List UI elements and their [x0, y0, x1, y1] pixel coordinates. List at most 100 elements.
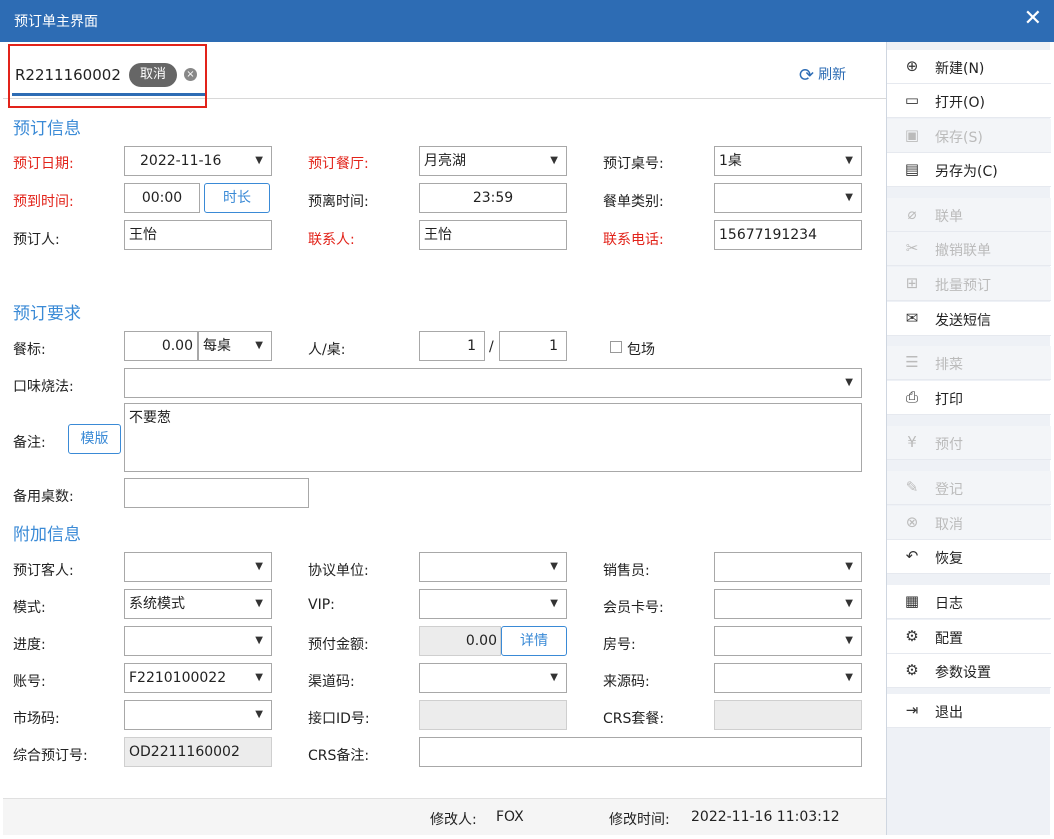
- channel-label: 渠道码:: [308, 674, 355, 690]
- chevron-down-icon: ▼: [255, 672, 263, 683]
- contact-label: 联系人:: [308, 232, 355, 248]
- menu-type-label: 餐单类别:: [603, 194, 664, 210]
- undo-icon: ↶: [905, 547, 919, 565]
- tab-close-icon[interactable]: ×: [184, 68, 197, 81]
- channel-select[interactable]: ▼: [419, 663, 567, 693]
- progress-label: 进度:: [13, 637, 46, 653]
- window-titlebar: 预订单主界面 ✕: [0, 0, 1054, 42]
- standard-unit-select[interactable]: 每桌 ▼: [198, 331, 272, 361]
- date-field[interactable]: 2022-11-16 ▼: [124, 146, 272, 176]
- gear-icon: ⚙: [905, 627, 919, 645]
- date-label: 预订日期:: [13, 156, 74, 172]
- menu-batch[interactable]: ⊞ 批量预订: [887, 267, 1051, 301]
- phone-label: 联系电话:: [603, 232, 664, 248]
- batch-icon: ⊞: [905, 274, 919, 292]
- menu-link[interactable]: ⌀ 联单: [887, 198, 1051, 232]
- mode-select[interactable]: 系统模式 ▼: [124, 589, 272, 619]
- chevron-down-icon: ▼: [845, 155, 853, 166]
- leave-time-input[interactable]: 23:59: [419, 183, 567, 213]
- table-select[interactable]: 1桌 ▼: [714, 146, 862, 176]
- agreement-select[interactable]: ▼: [419, 552, 567, 582]
- status-badge: 取消: [129, 63, 177, 87]
- menu-print[interactable]: ⎙ 打印: [887, 381, 1051, 415]
- spare-input[interactable]: [124, 478, 309, 508]
- chevron-down-icon: ▼: [845, 561, 853, 572]
- room-select[interactable]: ▼: [714, 626, 862, 656]
- menu-new[interactable]: ⊕ 新建(N): [887, 50, 1051, 84]
- menu-log[interactable]: ▦ 日志: [887, 585, 1051, 619]
- guest-select[interactable]: ▼: [124, 552, 272, 582]
- plus-circle-icon: ⊕: [905, 57, 919, 75]
- modify-time-label: 修改时间:: [609, 812, 670, 828]
- modify-time-value: 2022-11-16 11:03:12: [691, 809, 840, 825]
- guest-label: 预订客人:: [13, 563, 74, 579]
- crs-package-field: [714, 700, 862, 730]
- remark-textarea[interactable]: 不要葱: [124, 403, 862, 472]
- menu-register[interactable]: ✎ 登记: [887, 471, 1051, 505]
- booker-input[interactable]: 王怡: [124, 220, 272, 250]
- progress-select[interactable]: ▼: [124, 626, 272, 656]
- taste-label: 口味烧法:: [13, 379, 74, 395]
- refresh-button[interactable]: ⟳ 刷新: [799, 64, 846, 86]
- modifier-value: FOX: [496, 809, 524, 825]
- menu-config[interactable]: ⚙ 配置: [887, 620, 1051, 654]
- tab-booking[interactable]: R2211160002 取消 ×: [8, 44, 207, 108]
- chevron-down-icon: ▼: [550, 155, 558, 166]
- template-button[interactable]: 模版: [68, 424, 121, 454]
- chevron-down-icon: ▼: [550, 598, 558, 609]
- tab-underline: [12, 93, 205, 96]
- menu-open[interactable]: ▭ 打开(O): [887, 84, 1051, 118]
- cancel-circle-icon: ⊗: [905, 513, 919, 531]
- tables-input[interactable]: 1: [499, 331, 567, 361]
- contact-input[interactable]: 王怡: [419, 220, 567, 250]
- chevron-down-icon: ▼: [255, 635, 263, 646]
- market-select[interactable]: ▼: [124, 700, 272, 730]
- hall-select[interactable]: 月亮湖 ▼: [419, 146, 567, 176]
- chevron-down-icon: ▼: [255, 598, 263, 609]
- mode-label: 模式:: [13, 600, 46, 616]
- table-label: 预订桌号:: [603, 156, 664, 172]
- save-icon: ▣: [904, 126, 920, 144]
- phone-input[interactable]: 15677191234: [714, 220, 862, 250]
- standard-input[interactable]: 0.00: [124, 331, 198, 361]
- chevron-down-icon: ▼: [845, 377, 853, 388]
- modifier-label: 修改人:: [430, 812, 477, 828]
- remark-label: 备注:: [13, 435, 46, 451]
- interface-label: 接口ID号:: [308, 711, 370, 727]
- vip-select[interactable]: ▼: [419, 589, 567, 619]
- menu-sms[interactable]: ✉ 发送短信: [887, 302, 1051, 336]
- chevron-down-icon: ▼: [255, 155, 263, 166]
- tab-bar: R2211160002 取消 × ⟳ 刷新: [3, 42, 886, 108]
- menu-dishes[interactable]: ☰ 排菜: [887, 346, 1051, 380]
- sales-select[interactable]: ▼: [714, 552, 862, 582]
- crs-remark-input[interactable]: [419, 737, 862, 767]
- member-select[interactable]: ▼: [714, 589, 862, 619]
- menu-cancel[interactable]: ⊗ 取消: [887, 506, 1051, 540]
- prepay-detail-button[interactable]: 详情: [501, 626, 567, 656]
- envelope-icon: ✉: [905, 309, 919, 327]
- private-checkbox[interactable]: [610, 341, 622, 353]
- list-icon: ☰: [905, 353, 919, 371]
- per-table-label: 人/桌:: [308, 342, 346, 358]
- chevron-down-icon: ▼: [845, 635, 853, 646]
- menu-unlink[interactable]: ✂ 撤销联单: [887, 232, 1051, 266]
- vip-label: VIP:: [308, 597, 335, 613]
- menu-exit[interactable]: ⇥ 退出: [887, 694, 1051, 728]
- source-select[interactable]: ▼: [714, 663, 862, 693]
- close-icon[interactable]: ✕: [1024, 6, 1042, 32]
- account-label: 账号:: [13, 674, 46, 690]
- persons-input[interactable]: 1: [419, 331, 485, 361]
- taste-select[interactable]: ▼: [124, 368, 862, 398]
- menu-restore[interactable]: ↶ 恢复: [887, 540, 1051, 574]
- account-select[interactable]: F2210100022 ▼: [124, 663, 272, 693]
- menu-type-select[interactable]: ▼: [714, 183, 862, 213]
- menu-params[interactable]: ⚙ 参数设置: [887, 654, 1051, 688]
- chevron-down-icon: ▼: [550, 672, 558, 683]
- arrive-time-input[interactable]: 00:00: [124, 183, 200, 213]
- menu-prepay[interactable]: ¥ 预付: [887, 426, 1051, 460]
- standard-label: 餐标:: [13, 342, 46, 358]
- menu-save[interactable]: ▣ 保存(S): [887, 119, 1051, 153]
- menu-save-as[interactable]: ▤ 另存为(C): [887, 153, 1051, 187]
- duration-button[interactable]: 时长: [204, 183, 270, 213]
- combined-label: 综合预订号:: [13, 748, 88, 764]
